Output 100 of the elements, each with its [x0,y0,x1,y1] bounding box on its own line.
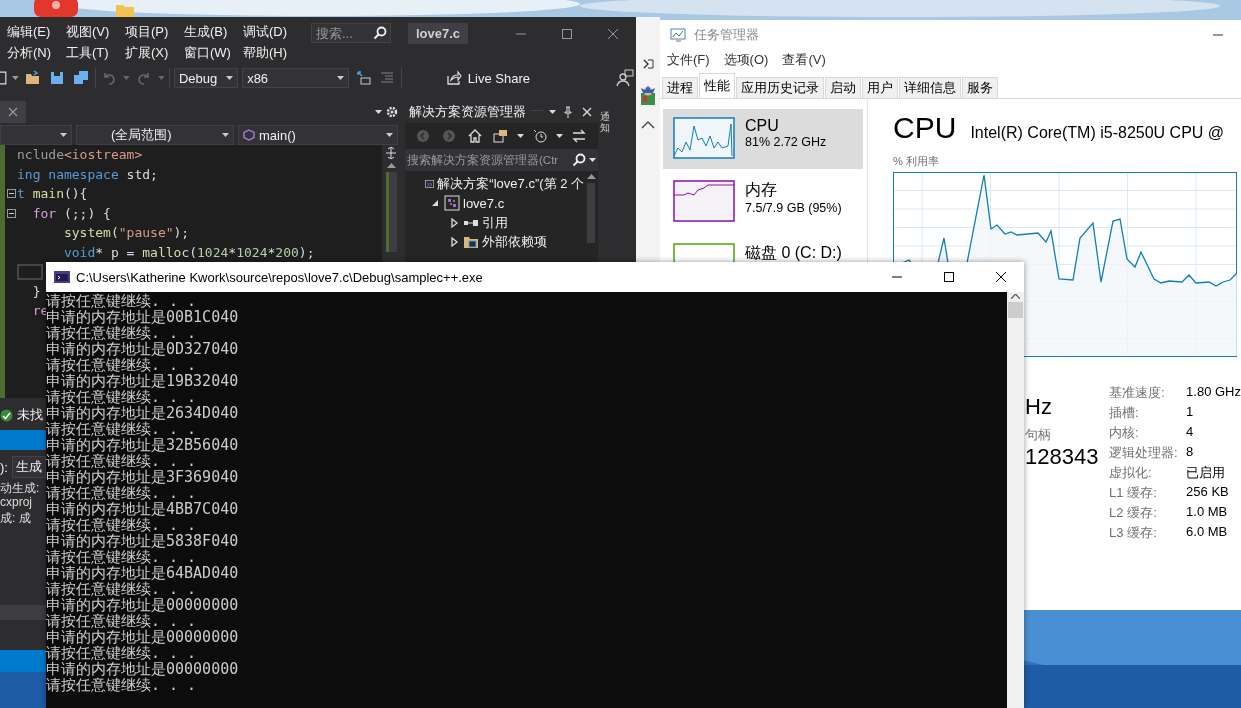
console-line: 申请的内存地址是4BB7C040 [46,500,240,516]
close-tab-button[interactable] [0,101,26,123]
console-line: 请按任意键继续. . . [46,324,198,340]
console-line: 请按任意键继续. . . [46,356,198,372]
spec-label: 逻辑处理器: [1109,444,1179,461]
output-line: 动生成: [0,480,40,495]
spec-value: 8 [1186,444,1195,461]
tab[interactable]: 详细信息 [899,77,961,98]
menu-item[interactable]: 文件(F) [667,51,710,69]
scope-dropdown[interactable]: (全局范围) [76,125,234,145]
window-title: love7.c [407,23,468,44]
tab[interactable]: 应用历史记录 [736,77,824,98]
spec-label: L2 缓存: [1109,504,1158,521]
output-source-label: ): [0,459,8,475]
menu-item[interactable]: 项目(P) [125,22,171,41]
spec-value: 256 KB [1186,484,1230,501]
notifications-tab[interactable]: 通知 [599,109,611,135]
menu-item[interactable]: 调试(D) [243,22,289,41]
back-icon [415,128,431,144]
output-line: 成: 成 [0,510,31,525]
scrollbar-thumb[interactable] [385,172,397,252]
tab[interactable]: 服务 [962,77,998,98]
code-line: } [31,283,41,299]
close-icon [8,107,18,117]
caret-icon [549,110,556,114]
code-line: t main(){ [17,186,88,202]
switch-views-icon [571,128,587,144]
resource-item[interactable]: 内存 7.5/7.9 GB (95%) [663,172,863,232]
search-icon [572,153,586,167]
tree-item[interactable]: 解决方案“love7.c”(第 2 个 [405,174,584,194]
chart-label: % 利用率 [893,154,940,169]
tree-item[interactable]: 引用 [405,213,584,233]
save-all-icon [72,70,89,86]
console-line: 申请的内存地址是5838F040 [46,532,240,548]
console-line: 申请的内存地址是64BAD040 [46,564,240,580]
menu-item[interactable]: 选项(O) [723,51,769,69]
cube-icon [243,129,255,141]
code-line: ing namespace std; [17,166,158,182]
caret-icon [375,110,382,114]
resource-item[interactable]: CPU 81% 2.72 GHz [663,109,863,169]
tree-item[interactable]: love7.c [405,193,584,213]
outdent-icon [378,70,395,86]
tab[interactable]: 启动 [825,77,861,98]
search-field[interactable]: 搜索... [310,23,391,43]
caret-icon [11,76,19,80]
console-line: 请按任意键继续. . . [46,580,198,596]
feedback-button[interactable] [614,67,636,89]
console-line: 请按任意键继续. . . [46,612,198,628]
console-line: 申请的内存地址是00B1C040 [46,308,240,324]
search-field[interactable]: 搜索解决方案资源管理器(Ctr [405,149,598,171]
tree-item[interactable]: 外部依赖项 [405,232,584,252]
menu-item[interactable]: 编辑(E) [7,22,53,41]
forward-icon [441,128,457,144]
share-icon [445,70,462,86]
spec-value: 1 [1186,404,1195,421]
output-line: cxproj [0,495,32,510]
scrollbar-thumb[interactable] [587,183,595,243]
menu-item[interactable]: 帮助(H) [243,43,289,62]
window-title: 任务管理器 [694,26,759,44]
output-source-dropdown[interactable]: 生成 [11,456,46,478]
caret-icon [556,134,563,138]
tab[interactable]: 进程 [662,77,698,98]
menu-item[interactable]: 视图(V) [66,22,112,41]
cpu-graph [673,117,735,159]
menu-item[interactable]: 查看(V) [782,51,826,69]
configuration-dropdown[interactable]: Debug [173,68,239,88]
caret-icon [336,76,344,80]
heading: CPU [893,111,957,145]
menu-item[interactable]: 生成(B) [184,22,230,41]
console-line: 申请的内存地址是00000000 [46,596,240,612]
console-line: 请按任意键继续. . . [46,292,198,308]
chevron-up-icon [641,121,655,129]
check-icon [0,408,13,422]
scroll-up-icon [386,163,396,168]
tab[interactable]: 性能 [699,73,735,98]
menu-item[interactable]: 工具(T) [66,43,112,62]
memory-graph [673,180,735,222]
member-dropdown[interactable]: main() [238,125,398,145]
code-line: for (;;) { [31,205,111,221]
console-line: 请按任意键继续. . . [46,420,198,436]
app-icon [33,0,79,17]
platform-dropdown[interactable]: x86 [242,68,349,88]
menu-item[interactable]: 扩展(X) [125,43,171,62]
history-icon [532,128,548,144]
monitor-icon [670,27,688,43]
close-icon [607,28,619,40]
scrollbar-thumb[interactable] [1008,302,1023,318]
home-icon [467,128,483,144]
spec-value: 4 [1186,424,1195,441]
close-icon [995,271,1007,283]
spec-label: 插槽: [1109,404,1140,421]
menu-item[interactable]: 窗口(W) [184,43,230,62]
status-text: 未找 [17,406,43,424]
tab[interactable]: 用户 [862,77,898,98]
console-line: 请按任意键继续. . . [46,644,198,660]
spec-label: 内核: [1109,424,1140,441]
panel-title: 解决方案资源管理器 [409,103,526,121]
menu-item[interactable]: 分析(N) [7,43,53,62]
person-icon [616,69,634,87]
live-share-button[interactable]: Live Share [445,70,530,86]
